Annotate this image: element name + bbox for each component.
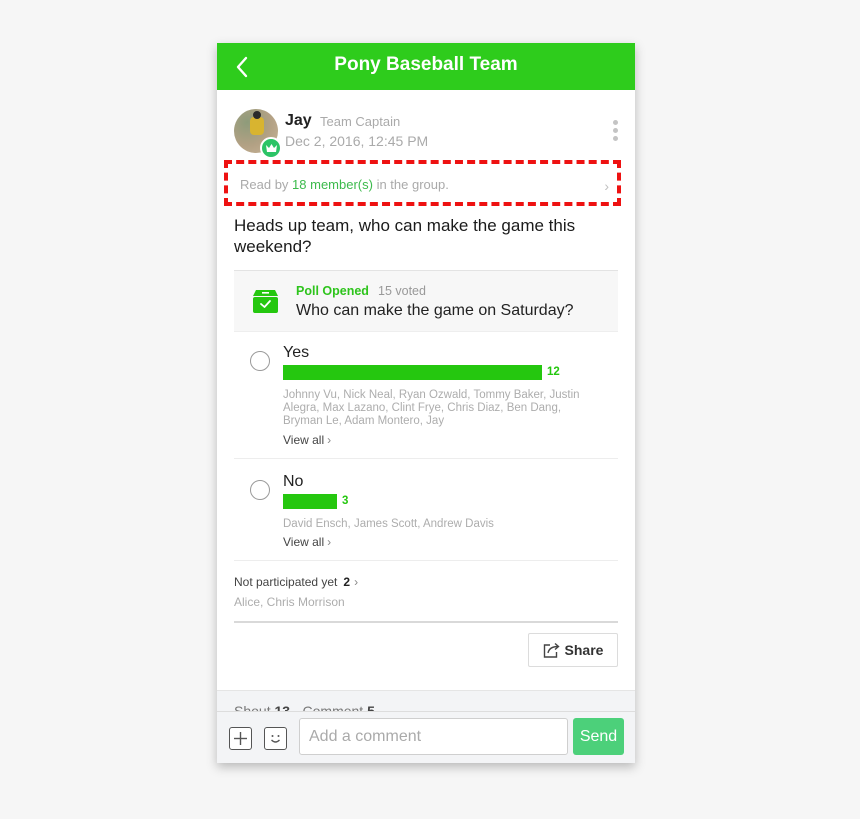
add-attachment-button[interactable]: [229, 727, 252, 750]
read-by-prefix: Read by: [240, 177, 293, 192]
page-title: Pony Baseball Team: [334, 54, 518, 75]
poll-option-radio[interactable]: [250, 351, 270, 371]
poll-option-radio[interactable]: [250, 480, 270, 500]
author-name[interactable]: Jay: [285, 112, 312, 130]
poll-option-label: No: [283, 473, 304, 490]
comment-input[interactable]: [299, 718, 568, 755]
not-participated-names: Alice, Chris Morrison: [234, 595, 345, 609]
chevron-right-icon: ›: [327, 433, 332, 447]
poll-option-bar: [283, 365, 542, 380]
share-icon: [543, 642, 560, 658]
send-button[interactable]: Send: [573, 718, 624, 755]
app-header: Pony Baseball Team: [217, 43, 635, 90]
divider: [234, 560, 618, 561]
read-by-text: Read by 18 member(s) in the group.: [240, 177, 449, 192]
not-participated-label: Not participated yet: [234, 575, 338, 589]
poll-voted-count: 15 voted: [378, 284, 426, 298]
view-all-link[interactable]: View all ›: [283, 535, 331, 549]
poll-question: Who can make the game on Saturday?: [296, 302, 574, 319]
poll-header: Poll Opened 15 voted Who can make the ga…: [234, 270, 618, 332]
read-by-row[interactable]: Read by 18 member(s) in the group. ›: [224, 160, 621, 206]
read-by-count: 18 member(s): [292, 177, 373, 192]
more-options-button[interactable]: [611, 120, 619, 142]
read-by-suffix: in the group.: [372, 177, 449, 192]
poll-option-voters: Johnny Vu, Nick Neal, Ryan Ozwald, Tommy…: [283, 389, 580, 427]
chevron-right-icon: ›: [354, 575, 359, 589]
post-date: Dec 2, 2016, 12:45 PM: [285, 133, 429, 149]
view-all-label: View all: [283, 433, 325, 447]
divider: [234, 458, 618, 459]
not-participated-link[interactable]: Not participated yet 2 ›: [234, 575, 358, 589]
emoji-button[interactable]: [264, 727, 287, 750]
share-button[interactable]: Share: [528, 633, 618, 667]
poll-option-count: 3: [342, 495, 349, 507]
poll-option-voters: David Ensch, James Scott, Andrew Davis: [283, 518, 494, 530]
smiley-icon: [271, 735, 280, 743]
avatar-photo-head: [253, 111, 261, 119]
share-label: Share: [564, 642, 604, 658]
not-participated-count: 2: [343, 575, 351, 589]
comment-composer: Send: [217, 711, 635, 763]
poll-option-bar: [283, 494, 337, 509]
divider: [234, 621, 618, 623]
ballot-box-icon: [253, 290, 278, 313]
chevron-right-icon: ›: [327, 535, 332, 549]
chevron-right-icon: ›: [604, 178, 609, 194]
author-role: Team Captain: [320, 114, 401, 129]
poll-option-label: Yes: [283, 344, 310, 361]
poll-status: Poll Opened: [296, 284, 369, 298]
more-vertical-icon: [611, 120, 619, 141]
avatar-photo-figure: [250, 117, 264, 135]
view-all-link[interactable]: View all ›: [283, 433, 331, 447]
view-all-label: View all: [283, 535, 325, 549]
phone-screen: Pony Baseball Team Jay Team Captain Dec …: [217, 43, 635, 763]
plus-icon: [234, 732, 247, 745]
post-body: Heads up team, who can make the game thi…: [234, 216, 576, 256]
author-avatar-wrap[interactable]: [234, 109, 282, 159]
poll-option-count: 12: [547, 366, 560, 378]
crown-icon: [260, 137, 282, 159]
